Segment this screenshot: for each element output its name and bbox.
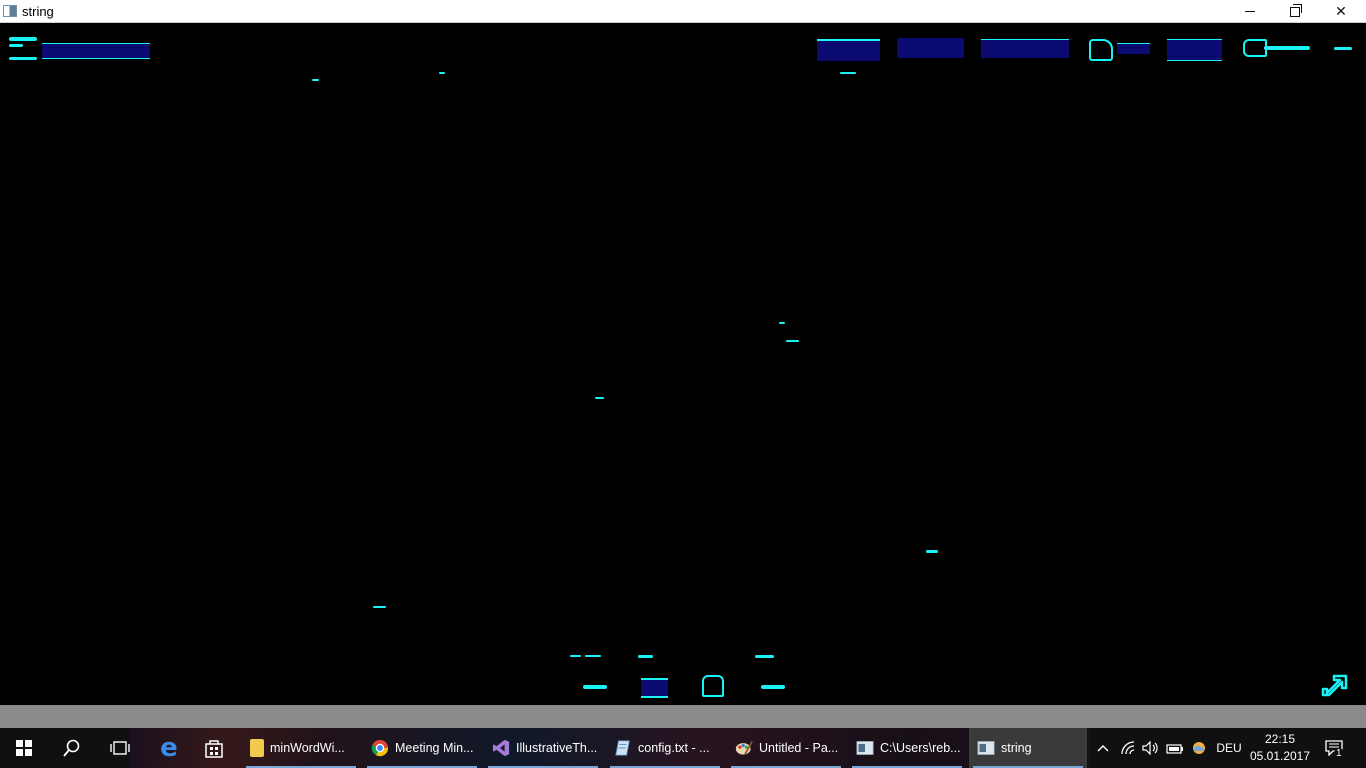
hud-fragment: [761, 685, 785, 689]
taskbar-app-chrome[interactable]: Meeting Min...: [363, 728, 481, 768]
taskbar: e minWordWi... Meeting Min... Illustrati…: [0, 728, 1366, 768]
hud-fragment: [9, 57, 37, 60]
app-window-icon: [977, 741, 995, 755]
window-bottom-border: [0, 705, 1366, 728]
paint-icon: [735, 741, 753, 755]
window-title-bar: string ✕: [0, 0, 1366, 23]
hud-fragment: [1334, 47, 1352, 50]
hud-slot: [641, 678, 668, 698]
task-view-icon: [110, 741, 130, 755]
windows-logo-icon: [16, 740, 32, 756]
folder-icon: [250, 739, 264, 757]
taskbar-app-paint[interactable]: Untitled - Pa...: [727, 728, 845, 768]
edge-icon: e: [160, 733, 178, 763]
taskbar-app-label: C:\Users\reb...: [880, 741, 961, 755]
hud-fragment: [373, 606, 386, 608]
taskbar-app-explorer[interactable]: minWordWi...: [242, 728, 360, 768]
hud-fragment: [779, 322, 785, 324]
hud-fragment: [570, 655, 581, 657]
hud-fragment: [583, 685, 607, 689]
store-button[interactable]: [190, 728, 238, 768]
notepad-icon: [615, 740, 630, 756]
taskbar-app-label: minWordWi...: [270, 741, 345, 755]
language-label: DEU: [1216, 741, 1242, 755]
window-title: string: [22, 4, 54, 19]
speaker-icon: [1142, 741, 1158, 755]
taskbar-app-string[interactable]: string: [969, 728, 1087, 768]
chevron-up-icon: [1097, 745, 1109, 752]
expand-arrow-icon[interactable]: [1320, 674, 1348, 698]
input-language-button[interactable]: DEU: [1214, 728, 1244, 768]
wifi-icon: [1121, 741, 1135, 755]
hud-fragment: [786, 340, 799, 342]
action-center-button[interactable]: 1: [1322, 728, 1346, 768]
hud-fragment: [9, 44, 23, 47]
battery-button[interactable]: [1165, 728, 1185, 768]
task-view-button[interactable]: [96, 728, 144, 768]
search-button[interactable]: [48, 728, 96, 768]
hud-fragment: [595, 397, 604, 399]
edge-button[interactable]: e: [145, 728, 193, 768]
app-window-icon: [3, 5, 17, 17]
chrome-icon: [371, 739, 389, 757]
console-window-icon: [856, 741, 874, 755]
hud-fragment: [585, 655, 601, 657]
restore-button[interactable]: [1272, 0, 1318, 23]
hud-fragment: [439, 72, 445, 74]
minimize-icon: [1245, 11, 1255, 12]
hud-fragment: [1264, 46, 1310, 50]
taskbar-app-label: IllustrativeTh...: [516, 741, 598, 755]
hud-slot: [981, 39, 1069, 58]
notification-count: 1: [1334, 748, 1344, 759]
show-hidden-icons-button[interactable]: [1094, 728, 1112, 768]
hud-fragment: [9, 37, 37, 41]
boot-icon: [1089, 39, 1113, 61]
taskbar-app-notepad[interactable]: config.txt - ...: [606, 728, 724, 768]
store-icon: [205, 740, 223, 758]
hud-fragment: [926, 550, 938, 553]
hud-health-bar: [42, 43, 150, 59]
weather-button[interactable]: [1189, 728, 1209, 768]
hud-slot: [1167, 39, 1222, 61]
taskbar-app-label: string: [1001, 741, 1032, 755]
hud-fragment: [638, 655, 653, 658]
hud-fragment: [840, 72, 856, 74]
volume-button[interactable]: [1141, 728, 1161, 768]
hud-slot: [1117, 43, 1150, 54]
sun-cloud-icon: [1193, 742, 1205, 754]
network-button[interactable]: [1118, 728, 1138, 768]
taskbar-app-label: Untitled - Pa...: [759, 741, 839, 755]
start-button[interactable]: [0, 728, 48, 768]
visual-studio-icon: [492, 739, 510, 757]
taskbar-app-label: Meeting Min...: [395, 741, 474, 755]
clock-time: 22:15: [1264, 732, 1296, 746]
hud-slot: [817, 39, 880, 61]
taskbar-app-console[interactable]: C:\Users\reb...: [848, 728, 966, 768]
taskbar-app-visual-studio[interactable]: IllustrativeTh...: [484, 728, 602, 768]
hud-fragment: [312, 79, 319, 81]
clock-button[interactable]: 22:15 05.01.2017: [1248, 731, 1312, 765]
taskbar-app-label: config.txt - ...: [638, 741, 710, 755]
armor-icon: [702, 675, 724, 697]
game-canvas[interactable]: [0, 24, 1366, 705]
minimize-button[interactable]: [1227, 0, 1273, 23]
hud-fragment: [755, 655, 774, 658]
clock-date: 05.01.2017: [1249, 749, 1311, 763]
search-icon: [63, 739, 80, 757]
restore-icon: [1290, 3, 1302, 17]
close-button[interactable]: ✕: [1318, 0, 1364, 23]
hud-slot: [897, 38, 964, 58]
battery-icon: [1166, 744, 1183, 754]
